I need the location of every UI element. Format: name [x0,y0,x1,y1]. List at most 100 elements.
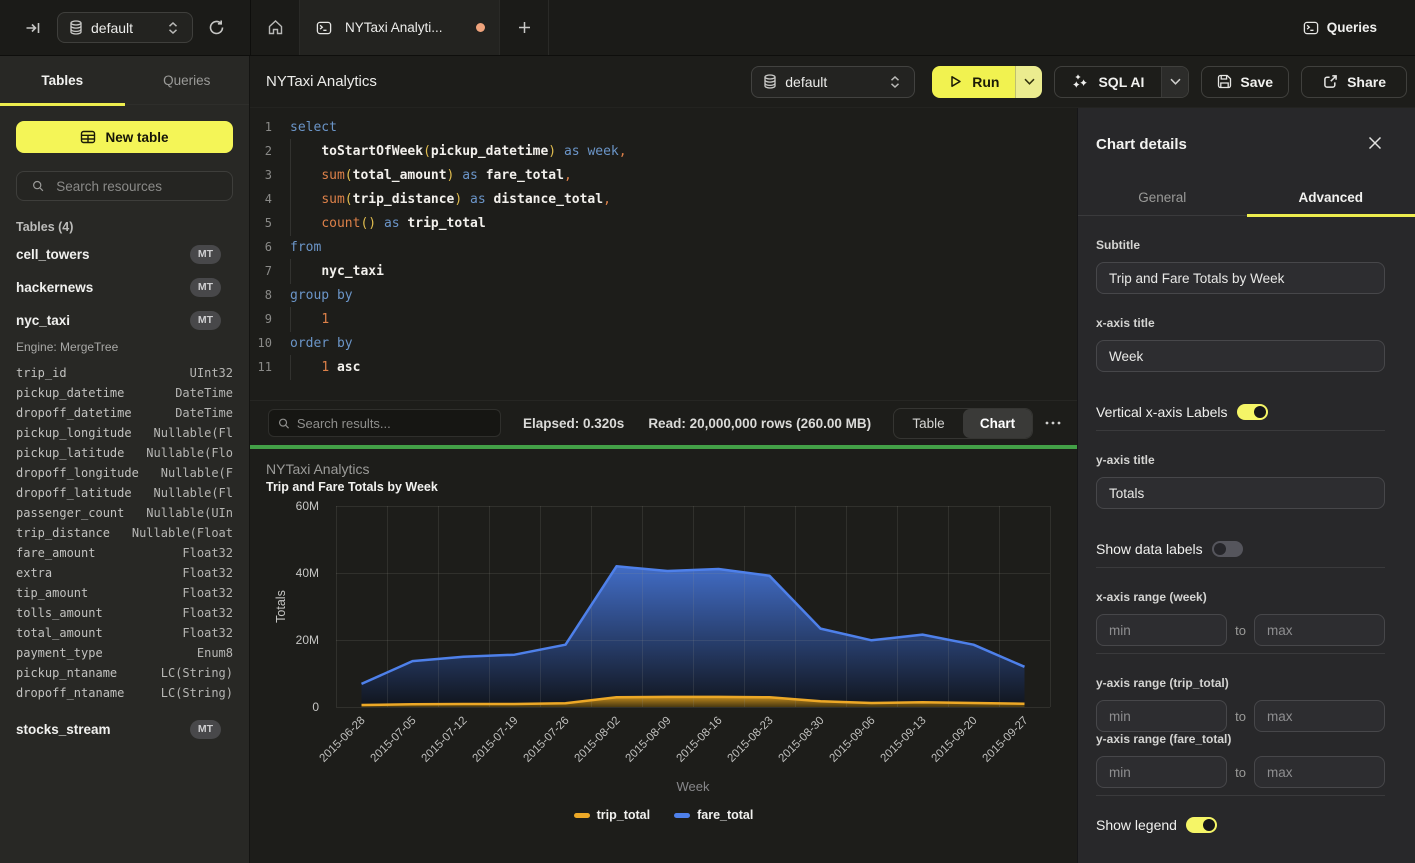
column-row[interactable]: trip_idUInt32 [16,363,233,383]
sql-token-par: () [360,216,376,231]
column-name: dropoff_ntaname [16,686,124,700]
column-row[interactable]: pickup_latitudeNullable(Flo [16,443,233,463]
column-row[interactable]: dropoff_datetimeDateTime [16,403,233,423]
sql-token-id: asc [337,360,360,375]
view-toggle-chart[interactable]: Chart [963,409,1032,438]
toggle-row-show-legend: Show legend [1096,816,1385,833]
engine-badge: MT [190,311,221,331]
tab-nytaxi-analytics[interactable]: NYTaxi Analyti... [300,0,500,55]
input-y-axis-range-fare-total-max[interactable] [1267,765,1372,780]
input-y-axis-range-trip-total-max[interactable] [1267,709,1372,724]
editor-line: 5 count() as trip_total [250,211,1077,235]
input-y-axis-range-trip-total-min[interactable] [1109,709,1214,724]
column-row[interactable]: dropoff_ntanameLC(String) [16,683,233,703]
x-tick-label: 2015-09-13 [879,715,929,765]
column-row[interactable]: dropoff_longitudeNullable(F [16,463,233,483]
input-x-axis-title[interactable] [1109,349,1372,364]
view-toggle-table[interactable]: Table [894,409,963,438]
legend-item-fare_total[interactable]: fare_total [674,808,753,822]
toggle-knob [1254,406,1266,418]
results-search-input[interactable] [297,416,491,431]
sql-editor[interactable]: 1select2 toStartOfWeek(pickup_datetime) … [250,108,1077,400]
column-row[interactable]: total_amountFloat32 [16,623,233,643]
sql-ai-options-button[interactable] [1161,67,1188,97]
query-database-select[interactable]: default [751,66,915,98]
x-tick-label: 2015-07-26 [522,715,572,765]
sidebar-tab-tables[interactable]: Tables [0,56,125,104]
column-type: Float32 [174,626,233,640]
sidebar-tab-queries[interactable]: Queries [125,56,250,104]
results-search[interactable] [268,409,501,437]
input-x-axis-range-week-max[interactable] [1267,623,1372,638]
input-y-axis-title[interactable] [1109,486,1372,501]
sidebar-search[interactable] [16,171,233,201]
table-item-nyc_taxi[interactable]: nyc_taxiMT [16,304,233,337]
sidebar-content: New table Tables (4) cell_towersMThacker… [0,105,249,746]
close-icon [1368,136,1382,150]
tab-home[interactable] [251,0,300,55]
refresh-button[interactable] [208,19,225,36]
legend-swatch-fare_total [674,813,690,818]
column-row[interactable]: passenger_countNullable(UIn [16,503,233,523]
column-type: Float32 [174,606,233,620]
column-row[interactable]: tolls_amount Float32 [16,603,233,623]
search-icon [278,417,290,430]
search-icon [32,179,44,193]
field-label-x-axis-range-week: x-axis range (week) [1096,590,1385,604]
column-row[interactable]: fare_amountFloat32 [16,543,233,563]
collapse-sidebar-button[interactable] [25,20,41,36]
toggle-show-data-labels[interactable] [1212,541,1243,557]
table-item-cell_towers[interactable]: cell_towersMT [16,238,233,271]
table-item-stocks_stream[interactable]: stocks_streamMT [16,713,233,746]
column-row[interactable]: extraFloat32 [16,563,233,583]
run-options-button[interactable] [1015,66,1042,98]
column-name: trip_distance [16,526,110,540]
elapsed-stat: Elapsed: 0.320s [523,416,624,431]
column-row[interactable]: pickup_ntanameLC(String) [16,663,233,683]
panel-tab-advanced[interactable]: Advanced [1247,180,1415,215]
toggle-vertical-x-axis-labels[interactable] [1237,404,1268,420]
input-x-axis-range-week-min[interactable] [1109,623,1214,638]
topbar-database-select[interactable]: default [57,12,193,43]
column-row[interactable]: payment_typeEnum8 [16,643,233,663]
column-name: pickup_longitude [16,426,132,440]
column-name: tolls_amount [16,606,103,620]
new-tab-button[interactable] [500,0,549,55]
column-row[interactable]: pickup_datetimeDateTime [16,383,233,403]
y-tick-label: 20M [296,633,319,647]
column-row[interactable]: trip_distanceNullable(Float [16,523,233,543]
chart-plot[interactable]: 020M40M60MTotals2015-06-282015-07-052015… [250,449,1077,863]
sql-token-com: , [603,192,611,207]
toggle-row-show-data-labels: Show data labels [1096,540,1385,557]
run-button[interactable]: Run [932,66,1015,98]
field-y-axis-range-trip-total-min [1096,700,1227,732]
toggle-show-legend[interactable] [1186,817,1217,833]
sidebar-search-input[interactable] [56,179,222,194]
column-row[interactable]: dropoff_latitudeNullable(Fl [16,483,233,503]
queries-button[interactable]: Queries [1303,20,1377,35]
field-x-axis-range-week-min [1096,614,1227,646]
editor-line: 11 1 asc [250,355,1077,379]
editor-line: 1select [250,115,1077,139]
sql-token-pl [290,216,321,231]
sql-ai-button[interactable]: SQL AI [1055,67,1161,97]
panel-tab-general[interactable]: General [1078,180,1247,215]
column-type: LC(String) [153,666,233,680]
query-toolbar-controls: default Run [751,66,1407,98]
column-type: Nullable(Fl [146,426,233,440]
more-options-button[interactable] [1045,421,1061,425]
share-button[interactable]: Share [1301,66,1407,98]
line-number: 8 [250,288,272,302]
save-button[interactable]: Save [1201,66,1289,98]
query-database-value: default [785,74,827,90]
close-panel-button[interactable] [1368,136,1382,153]
select-chevrons-icon [168,22,178,34]
field-y-axis-range-fare-total-max [1254,756,1385,788]
input-y-axis-range-fare-total-min[interactable] [1109,765,1214,780]
input-subtitle[interactable] [1109,271,1372,286]
column-row[interactable]: pickup_longitude Nullable(Fl [16,423,233,443]
new-table-button[interactable]: New table [16,121,233,153]
legend-item-trip_total[interactable]: trip_total [574,808,650,822]
column-row[interactable]: tip_amountFloat32 [16,583,233,603]
table-item-hackernews[interactable]: hackernewsMT [16,271,233,304]
